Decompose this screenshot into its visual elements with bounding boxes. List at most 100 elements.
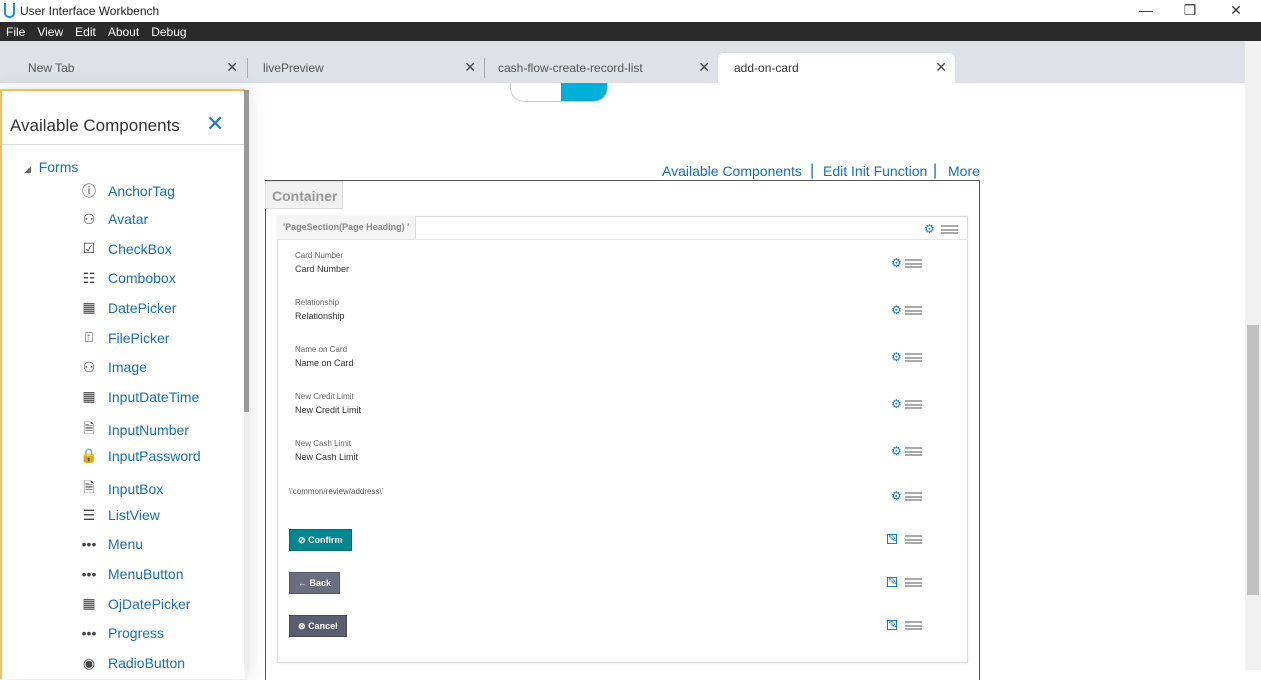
drag-handle-icon[interactable] <box>905 492 922 501</box>
component-avatar[interactable]: ⚇Avatar <box>80 211 148 228</box>
edit-icon[interactable]: ✎ <box>887 534 897 544</box>
close-window-button[interactable]: ✕ <box>1226 2 1246 19</box>
drag-handle-icon[interactable] <box>905 447 922 456</box>
app-logo-icon <box>4 3 15 18</box>
confirm-icon: ⊘ <box>298 535 306 545</box>
edit-icon[interactable]: ✎ <box>887 577 897 587</box>
available-components-panel: Available Components ✕ ◢ Forms ⓘAnchorTa… <box>0 89 245 679</box>
tab-new-tab[interactable]: New Tab ✕ <box>0 53 246 83</box>
component-radiobutton[interactable]: ◉RadioButton <box>80 655 185 672</box>
gear-icon[interactable]: ⚙ <box>891 397 902 411</box>
component-menubutton[interactable]: •••MenuButton <box>80 566 184 582</box>
component-progress[interactable]: •••Progress <box>80 625 164 641</box>
component-inputbox[interactable]: 🗎InputBox <box>80 477 163 501</box>
listview-icon: ☰ <box>80 507 98 524</box>
avatar-icon: ⚇ <box>80 211 98 228</box>
more-link[interactable]: More <box>948 163 980 179</box>
menubutton-icon: ••• <box>80 566 98 582</box>
combobox-icon: ☷ <box>80 270 98 287</box>
field-label: Card Number <box>295 251 343 260</box>
group-label: Forms <box>39 159 79 175</box>
menu-icon: ••• <box>80 536 98 552</box>
component-filepicker[interactable]: ⍐FilePicker <box>80 329 169 346</box>
gear-icon[interactable]: ⚙ <box>891 350 902 364</box>
menu-about[interactable]: About <box>108 25 139 38</box>
component-label: Menu <box>108 536 143 552</box>
component-label: AnchorTag <box>108 183 175 199</box>
close-tab-icon[interactable]: ✕ <box>226 59 238 76</box>
drag-handle-icon[interactable] <box>905 535 922 544</box>
page-section-label: 'PageSection(Page Heading) ' <box>277 216 416 239</box>
container-label: Container <box>265 181 343 209</box>
drag-handle-icon[interactable] <box>905 353 922 362</box>
drag-handle-icon[interactable] <box>905 400 922 409</box>
close-tab-icon[interactable]: ✕ <box>698 59 710 76</box>
include-path: \'common/review/address\' <box>289 487 383 496</box>
component-anchortag[interactable]: ⓘ AnchorTag <box>80 181 175 201</box>
confirm-button[interactable]: ⊘ Confirm <box>289 529 352 551</box>
component-inputnumber[interactable]: 🗎InputNumber <box>80 418 189 442</box>
component-inputpassword[interactable]: 🔒InputPassword <box>80 447 201 464</box>
gear-icon[interactable]: ⚙ <box>924 222 935 236</box>
caret-down-icon: ◢ <box>24 164 31 174</box>
window-title: User Interface Workbench <box>20 4 159 18</box>
close-tab-icon[interactable]: ✕ <box>935 59 947 76</box>
checkbox-icon: ☑ <box>80 240 98 257</box>
tab-cash-flow[interactable]: cash-flow-create-record-list ✕ <box>485 53 718 83</box>
component-datepicker[interactable]: ▦ DatePicker <box>80 299 176 316</box>
component-label: Combobox <box>108 270 176 286</box>
inputnumber-icon: 🗎 <box>80 418 98 442</box>
component-label: Image <box>108 359 147 375</box>
panel-scrollbar[interactable] <box>244 90 249 670</box>
component-menu[interactable]: ••• Menu <box>80 536 143 552</box>
back-icon: ← <box>298 578 307 588</box>
anchortag-icon: ⓘ <box>80 181 98 201</box>
minimize-button[interactable]: — <box>1136 2 1156 18</box>
component-label: DatePicker <box>108 300 176 316</box>
edit-icon[interactable]: ✎ <box>887 620 897 630</box>
component-combobox[interactable]: ☷ Combobox <box>80 270 176 287</box>
component-label: OjDatePicker <box>108 596 190 612</box>
datepicker-icon: ▦ <box>80 299 98 316</box>
scrollbar-thumb[interactable] <box>244 90 249 412</box>
gear-icon[interactable]: ⚙ <box>891 256 902 270</box>
tab-label: cash-flow-create-record-list <box>498 61 643 75</box>
main-scrollbar[interactable] <box>1245 41 1261 670</box>
component-listview[interactable]: ☰ListView <box>80 507 160 524</box>
component-inputdatetime[interactable]: ▦ InputDateTime <box>80 388 199 405</box>
inputdatetime-icon: ▦ <box>80 388 98 405</box>
drag-handle-icon[interactable] <box>905 621 922 630</box>
component-image[interactable]: ⚇Image <box>80 359 147 376</box>
menu-edit[interactable]: Edit <box>75 25 96 38</box>
tab-add-on-card[interactable]: add-on-card✕ <box>718 53 955 83</box>
scrollbar-thumb[interactable] <box>1247 325 1259 595</box>
drag-handle-icon[interactable] <box>905 306 922 315</box>
drag-handle-icon[interactable] <box>941 225 958 234</box>
menu-view[interactable]: View <box>37 25 63 38</box>
radiobutton-icon: ◉ <box>80 655 98 672</box>
forms-group[interactable]: ◢ Forms <box>24 159 78 175</box>
component-ojdatepicker[interactable]: ▦OjDatePicker <box>80 595 190 612</box>
menu-file[interactable]: File <box>6 25 25 38</box>
drag-handle-icon[interactable] <box>905 259 922 268</box>
tab-live-preview[interactable]: livePreview✕ <box>248 53 484 83</box>
toggle-switch[interactable] <box>510 83 608 102</box>
component-label: InputDateTime <box>108 389 199 405</box>
close-tab-icon[interactable]: ✕ <box>464 59 476 76</box>
field-label: New Cash Limit <box>295 439 351 448</box>
close-panel-icon[interactable]: ✕ <box>206 111 224 137</box>
gear-icon[interactable]: ⚙ <box>891 303 902 317</box>
component-checkbox[interactable]: ☑CheckBox <box>80 240 172 257</box>
maximize-button[interactable]: ❐ <box>1180 2 1200 19</box>
tab-label: New Tab <box>28 61 74 75</box>
cancel-button[interactable]: ⊗ Cancel <box>289 615 347 637</box>
menu-debug[interactable]: Debug <box>151 25 186 38</box>
edit-init-function-link[interactable]: Edit Init Function <box>823 163 927 179</box>
gear-icon[interactable]: ⚙ <box>891 489 902 503</box>
gear-icon[interactable]: ⚙ <box>891 444 902 458</box>
field-value: New Cash Limit <box>295 452 358 462</box>
back-button[interactable]: ← Back <box>289 572 340 594</box>
title-bar: User Interface Workbench — ❐ ✕ <box>0 0 1261 22</box>
drag-handle-icon[interactable] <box>905 578 922 587</box>
available-components-link[interactable]: Available Components <box>662 163 802 179</box>
